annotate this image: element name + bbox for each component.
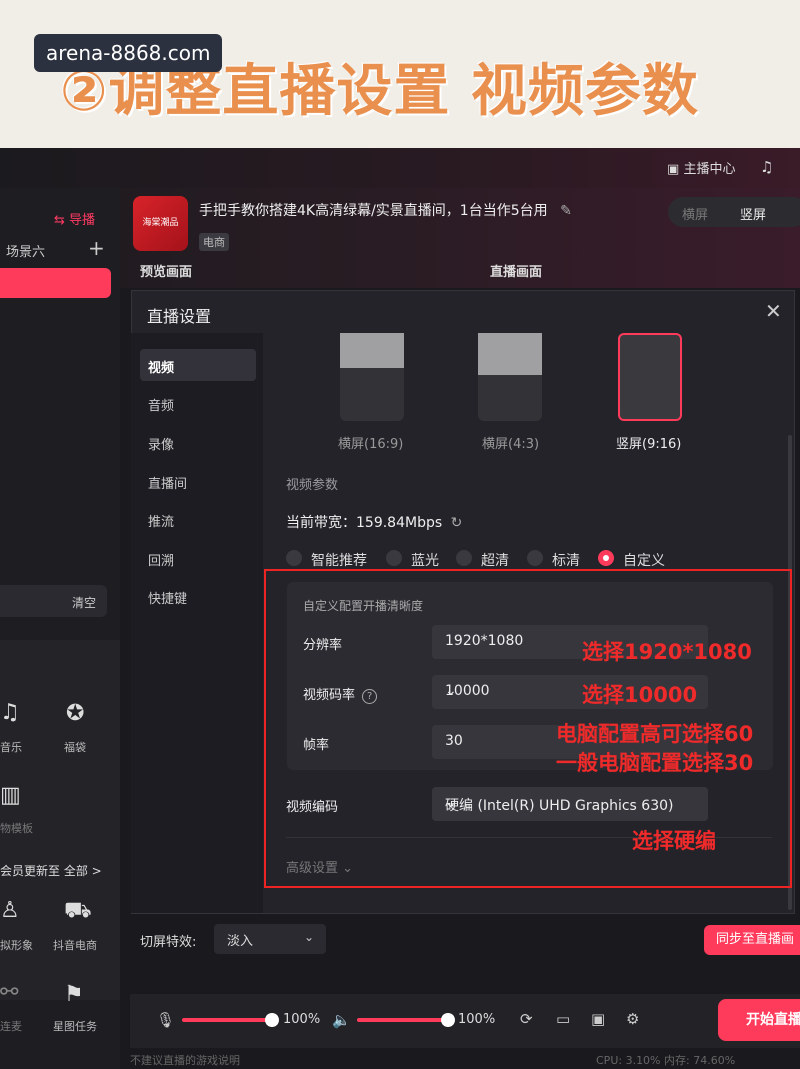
section-title: 视频参数 <box>286 478 339 493</box>
effects-icon[interactable]: ⟳ <box>520 1010 533 1028</box>
radio-sd[interactable] <box>527 550 543 566</box>
switch-effect-value: 淡入 <box>227 934 254 949</box>
system-stats: CPU: 3.10% 内存: 74.60% <box>596 1054 736 1067</box>
orientation-card-4-3[interactable] <box>478 333 542 421</box>
guide-icon: ⇆ <box>54 213 65 228</box>
settings-nav <box>131 333 263 913</box>
radio-custom[interactable] <box>598 550 614 566</box>
nav-record[interactable]: 录像 <box>148 434 174 453</box>
category-tag: 电商 <box>199 233 229 251</box>
annotation-bitrate: 选择10000 <box>582 683 698 707</box>
card-fill <box>340 333 404 369</box>
nav-hotkeys[interactable]: 快捷键 <box>148 588 187 607</box>
annotation-fps-normal: 一般电脑配置选择30 <box>556 751 754 775</box>
stream-title: 手把手教你搭建4K高清绿幕/实景直播间，1台当作5台用 ✎ <box>199 200 572 220</box>
site-watermark: arena-8868.com <box>34 34 223 72</box>
tool-label-template: 物模板 <box>0 822 33 835</box>
live-center-link[interactable]: ▣ 主播中心 <box>667 158 735 177</box>
clear-button[interactable]: 清空 <box>72 594 96 611</box>
nav-replay[interactable]: 回溯 <box>148 550 174 569</box>
tool-label-giftbag: 福袋 <box>64 741 86 754</box>
camera-icon[interactable]: ▣ <box>591 1010 605 1028</box>
scene-tab[interactable]: 场景六 <box>6 241 45 260</box>
active-scene-item[interactable] <box>0 268 111 298</box>
radio-label-smart: 智能推荐 <box>311 553 367 569</box>
tool-label-connect: 连麦 <box>0 1020 22 1033</box>
live-center-icon: ▣ <box>667 162 680 177</box>
connect-icon[interactable]: ⚯ <box>0 980 18 1005</box>
nav-video[interactable]: 视频 <box>148 357 174 376</box>
nav-audio[interactable]: 音频 <box>148 395 174 414</box>
radio-label-custom: 自定义 <box>623 553 665 569</box>
speaker-icon[interactable]: 🔈 <box>332 1011 351 1029</box>
stream-title-text: 手把手教你搭建4K高清绿幕/实景直播间，1台当作5台用 <box>199 203 548 219</box>
microphone-icon[interactable]: 🎙 <box>156 1011 175 1029</box>
add-scene-icon[interactable]: + <box>88 236 105 260</box>
speaker-volume-slider[interactable] <box>357 1018 447 1022</box>
screen-icon[interactable]: ▭ <box>556 1010 570 1028</box>
edit-icon[interactable]: ✎ <box>560 203 572 219</box>
footer-notice[interactable]: 不建议直播的游戏说明 <box>130 1052 240 1068</box>
tool-label-music: 音乐 <box>0 741 22 754</box>
orient-portrait[interactable]: 竖屏 <box>740 204 766 223</box>
tool-label-avatar: 拟形象 <box>0 939 33 952</box>
orientation-label-16-9: 横屏(16:9) <box>338 437 404 452</box>
orient-landscape[interactable]: 横屏 <box>682 204 708 223</box>
gift-bag-icon[interactable]: ✪ <box>66 701 84 726</box>
chevron-down-icon: ⌄ <box>303 930 314 944</box>
radio-label-superhd: 超清 <box>481 553 509 569</box>
card-fill <box>478 333 542 376</box>
dialog-title: 直播设置 <box>147 307 212 326</box>
orientation-label-4-3: 横屏(4:3) <box>482 437 540 452</box>
cart-icon[interactable]: ⛟ <box>64 898 92 926</box>
avatar-icon[interactable]: ♙ <box>0 898 20 923</box>
tool-label-task: 星图任务 <box>53 1020 97 1033</box>
live-label: 直播画面 <box>490 265 543 280</box>
radio-superhd[interactable] <box>456 550 472 566</box>
nav-room[interactable]: 直播间 <box>148 473 187 492</box>
orientation-card-9-16[interactable] <box>618 333 682 421</box>
radio-smart[interactable] <box>286 550 302 566</box>
room-thumbnail: 海棠潮品 <box>133 196 188 251</box>
orientation-card-16-9[interactable] <box>340 333 404 421</box>
guide-label: 导播 <box>69 213 96 228</box>
bandwidth-readout: 当前带宽：159.84Mbps ↻ <box>286 512 462 532</box>
bandwidth-label: 当前带宽： <box>286 515 356 531</box>
refresh-icon[interactable]: ↻ <box>451 515 463 531</box>
music-icon[interactable]: ♫ <box>0 700 20 725</box>
bandwidth-value: 159.84Mbps <box>356 515 443 531</box>
radio-label-bluray: 蓝光 <box>411 553 439 569</box>
live-center-label: 主播中心 <box>683 162 736 177</box>
tool-label-ecommerce: 抖音电商 <box>53 939 97 952</box>
headset-icon[interactable]: ♫ <box>760 158 773 176</box>
annotation-fps-high: 电脑配置高可选择60 <box>556 722 754 746</box>
radio-bluray[interactable] <box>386 550 402 566</box>
mic-volume-value: 100% <box>283 1012 321 1027</box>
mic-volume-slider[interactable] <box>182 1018 272 1022</box>
switch-effect-select[interactable]: 淡入 ⌄ <box>214 924 326 954</box>
guide-button[interactable]: ⇆ 导播 <box>54 209 95 228</box>
start-live-button[interactable]: 开始直播 <box>718 999 800 1041</box>
orientation-label-9-16: 竖屏(9:16) <box>616 437 682 452</box>
speaker-volume-value: 100% <box>458 1012 496 1027</box>
mic-slider-knob[interactable] <box>265 1013 279 1027</box>
nav-stream[interactable]: 推流 <box>148 511 174 530</box>
preview-label: 预览画面 <box>140 265 193 280</box>
close-icon[interactable]: ✕ <box>765 299 782 323</box>
orientation-toggle: 横屏 竖屏 <box>668 197 800 227</box>
annotation-resolution: 选择1920*1080 <box>582 640 752 664</box>
sync-to-live-button[interactable]: 同步至直播画 <box>704 925 800 955</box>
switch-effect-label: 切屏特效: <box>140 935 197 950</box>
settings-gear-icon[interactable]: ⚙ <box>626 1010 639 1028</box>
chart-icon[interactable]: ▥ <box>0 783 21 808</box>
member-update-link[interactable]: 会员更新至 全部 > <box>0 862 102 879</box>
radio-label-sd: 标清 <box>552 553 580 569</box>
annotation-encoder: 选择硬编 <box>632 829 716 853</box>
task-icon[interactable]: ⚑ <box>64 982 84 1007</box>
speaker-slider-knob[interactable] <box>441 1013 455 1027</box>
